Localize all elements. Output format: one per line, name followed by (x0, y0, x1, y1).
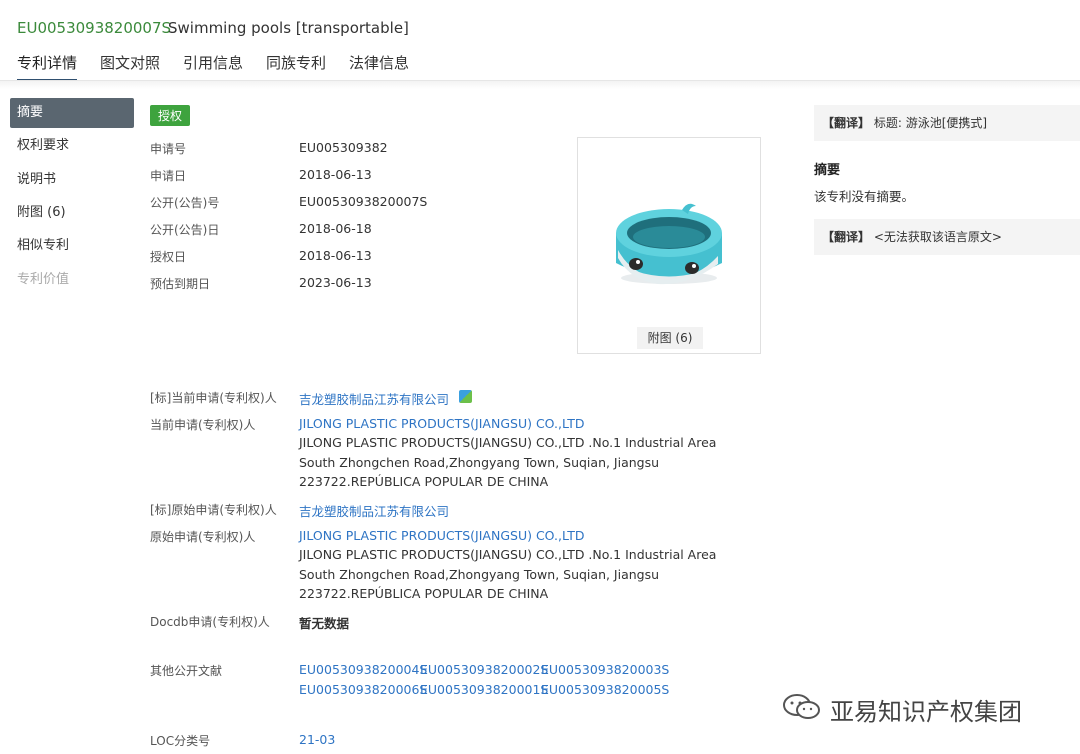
wechat-icon (782, 693, 822, 721)
field-label-grant-date: 授权日 (150, 250, 187, 264)
company-info-icon[interactable] (459, 390, 472, 403)
field-label-original-applicant: 原始申请(专利权)人 (150, 530, 256, 544)
nav-item-description[interactable]: 说明书 (10, 165, 134, 195)
field-value-pub-date: 2018-06-18 (299, 221, 372, 236)
tab-legal[interactable]: 法律信息 (349, 52, 409, 73)
abstract-heading: 摘要 (814, 163, 841, 178)
tab-bar: 专利详情 图文对照 引用信息 同族专利 法律信息 (0, 50, 1080, 81)
translate-tag[interactable]: 【翻译】 (822, 116, 870, 130)
field-label-expiry-date: 预估到期日 (150, 277, 211, 291)
translate-title-box: 【翻译】 标题: 游泳池[便携式] (814, 105, 1080, 141)
field-value-app-date: 2018-06-13 (299, 167, 372, 182)
docdb-applicant-value: 暂无数据 (299, 616, 350, 631)
tab-citations[interactable]: 引用信息 (183, 52, 243, 73)
field-value-pub-no: EU0053093820007S (299, 194, 428, 209)
nav-item-abstract[interactable]: 摘要 (10, 98, 134, 128)
std-original-applicant-link[interactable]: 吉龙塑胶制品江苏有限公司 (299, 501, 449, 520)
field-label-pub-date: 公开(公告)日 (150, 223, 220, 237)
other-doc-link[interactable]: EU0053093820005S (541, 682, 669, 697)
nav-item-value[interactable]: 专利价值 (10, 265, 134, 295)
status-badge: 授权 (150, 105, 191, 126)
abstract-text: 该专利没有摘要。 (814, 189, 915, 204)
field-label-loc: LOC分类号 (150, 734, 211, 748)
nav-item-claims[interactable]: 权利要求 (10, 131, 134, 161)
field-label-current-applicant: 当前申请(专利权)人 (150, 418, 256, 432)
translate-abstract-box: 【翻译】 <无法获取该语言原文> (814, 219, 1080, 255)
other-doc-link[interactable]: EU0053093820001S (420, 682, 548, 697)
other-doc-link[interactable]: EU0053093820002S (420, 662, 548, 677)
field-label-docdb-applicant: Docdb申请(专利权)人 (150, 615, 270, 629)
tab-image-text[interactable]: 图文对照 (100, 52, 160, 73)
original-applicant-address: JILONG PLASTIC PRODUCTS(JIANGSU) CO.,LTD… (299, 547, 717, 601)
field-label-pub-no: 公开(公告)号 (150, 196, 220, 210)
header-shadow (0, 81, 1080, 89)
other-doc-link[interactable]: EU0053093820004S (299, 662, 427, 677)
translate-tag[interactable]: 【翻译】 (822, 230, 870, 244)
patent-id: EU0053093820007S (17, 19, 172, 37)
current-applicant-address: JILONG PLASTIC PRODUCTS(JIANGSU) CO.,LTD… (299, 435, 717, 489)
std-current-applicant-link[interactable]: 吉龙塑胶制品江苏有限公司 (299, 389, 449, 408)
field-value-grant-date: 2018-06-13 (299, 248, 372, 263)
translated-abstract: <无法获取该语言原文> (873, 230, 1002, 244)
field-label-app-date: 申请日 (150, 169, 187, 183)
tab-patent-details[interactable]: 专利详情 (17, 52, 78, 81)
field-value-app-no: EU005309382 (299, 140, 388, 155)
field-label-app-no: 申请号 (150, 142, 187, 156)
field-label-std-original-applicant: [标]原始申请(专利权)人 (150, 503, 277, 517)
current-applicant-link[interactable]: JILONG PLASTIC PRODUCTS(JIANGSU) CO.,LTD (299, 416, 584, 431)
drawing-preview-card[interactable]: 附图 (6) (577, 137, 761, 354)
watermark-text: 亚易知识产权集团 (830, 698, 1022, 726)
tab-family[interactable]: 同族专利 (266, 52, 326, 73)
nav-item-similar[interactable]: 相似专利 (10, 231, 134, 261)
loc-class-link[interactable]: 21-03 (299, 732, 335, 747)
nav-item-drawings[interactable]: 附图 (6) (10, 198, 134, 228)
drawings-button[interactable]: 附图 (6) (637, 327, 703, 349)
original-applicant-link[interactable]: JILONG PLASTIC PRODUCTS(JIANGSU) CO.,LTD (299, 528, 584, 543)
other-doc-link[interactable]: EU0053093820006S (299, 682, 427, 697)
field-value-expiry-date: 2023-06-13 (299, 275, 372, 290)
field-label-other-docs: 其他公开文献 (150, 664, 223, 678)
translated-title: 标题: 游泳池[便携式] (873, 116, 988, 130)
pool-illustration (616, 203, 722, 285)
other-doc-link[interactable]: EU0053093820003S (541, 662, 669, 677)
field-label-std-current-applicant: [标]当前申请(专利权)人 (150, 391, 277, 405)
patent-title: Swimming pools [transportable] (168, 19, 409, 37)
